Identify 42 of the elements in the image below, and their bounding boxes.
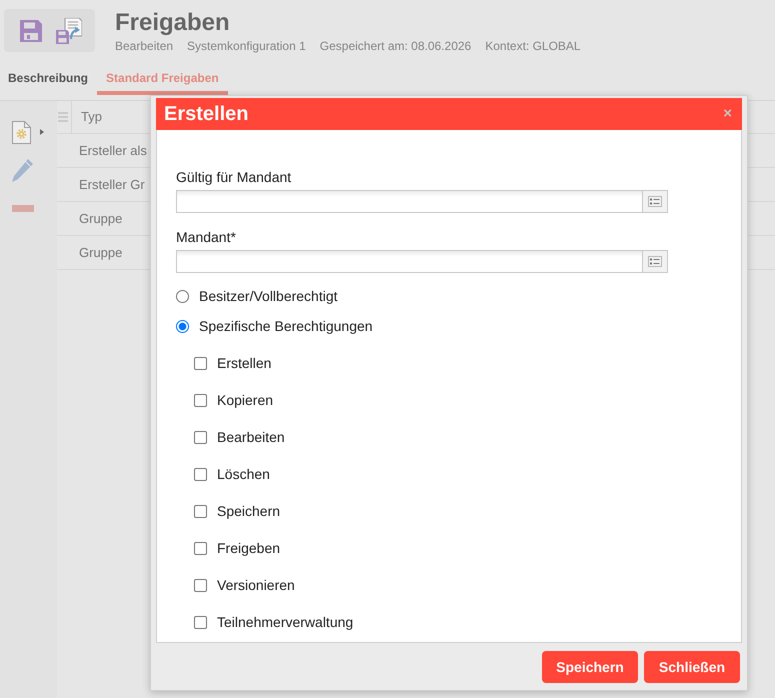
dialog-title: Erstellen [164, 102, 248, 126]
document-gear-icon[interactable] [12, 120, 31, 144]
checkbox-label[interactable]: Versionieren [217, 576, 295, 594]
field-label: Mandant* [176, 229, 236, 246]
checkbox-label[interactable]: Teilnehmerverwaltung [217, 614, 354, 630]
checkbox-label[interactable]: Kopieren [217, 392, 274, 408]
meta-info: Systemkonfiguration 1 [187, 39, 306, 54]
checkbox[interactable] [194, 616, 207, 628]
table-cell-text: Gruppe [78, 210, 124, 228]
list-icon [648, 256, 662, 267]
radio-button[interactable] [176, 290, 189, 302]
lookup-button[interactable] [643, 250, 668, 273]
meta-info: Bearbeiten [115, 39, 174, 54]
checkbox[interactable] [194, 394, 207, 406]
lookup-button[interactable] [643, 190, 668, 213]
meta-info: Gespeichert am: 08.06.2026 [320, 39, 472, 54]
checkbox[interactable] [194, 504, 207, 518]
checkbox[interactable] [194, 542, 207, 554]
checkbox-label[interactable]: Freigeben [217, 540, 280, 556]
checkbox-label[interactable]: Erstellen [217, 354, 272, 372]
checkbox[interactable] [194, 468, 207, 480]
input-field[interactable] [176, 250, 643, 273]
checkbox-label[interactable]: Löschen [217, 466, 270, 482]
list-icon [648, 196, 662, 207]
checkbox-label[interactable]: Bearbeiten [217, 428, 285, 446]
document-floppy-icon[interactable] [56, 18, 82, 44]
checkbox[interactable] [194, 356, 207, 370]
radio-label[interactable]: Besitzer/Vollberechtigt [199, 288, 338, 304]
input-field[interactable] [176, 190, 643, 213]
table-cell-text: Ersteller Gr [78, 176, 146, 194]
radio-label[interactable]: Spezifische Berechtigungen [199, 318, 373, 334]
checkbox[interactable] [194, 430, 207, 444]
checkbox-label[interactable]: Speichern [217, 502, 280, 520]
caret-icon[interactable] [40, 129, 44, 135]
table-cell-text: Ersteller als [78, 142, 148, 160]
page-title: Freigaben [115, 9, 230, 37]
field-label: Gültig für Mandant [176, 169, 292, 186]
tab[interactable]: Beschreibung [0, 60, 98, 95]
meta-info: Kontext: GLOBAL [485, 39, 581, 54]
checkbox[interactable] [194, 578, 207, 592]
radio-button[interactable] [176, 320, 189, 332]
table-cell-text: Gruppe [78, 244, 124, 262]
